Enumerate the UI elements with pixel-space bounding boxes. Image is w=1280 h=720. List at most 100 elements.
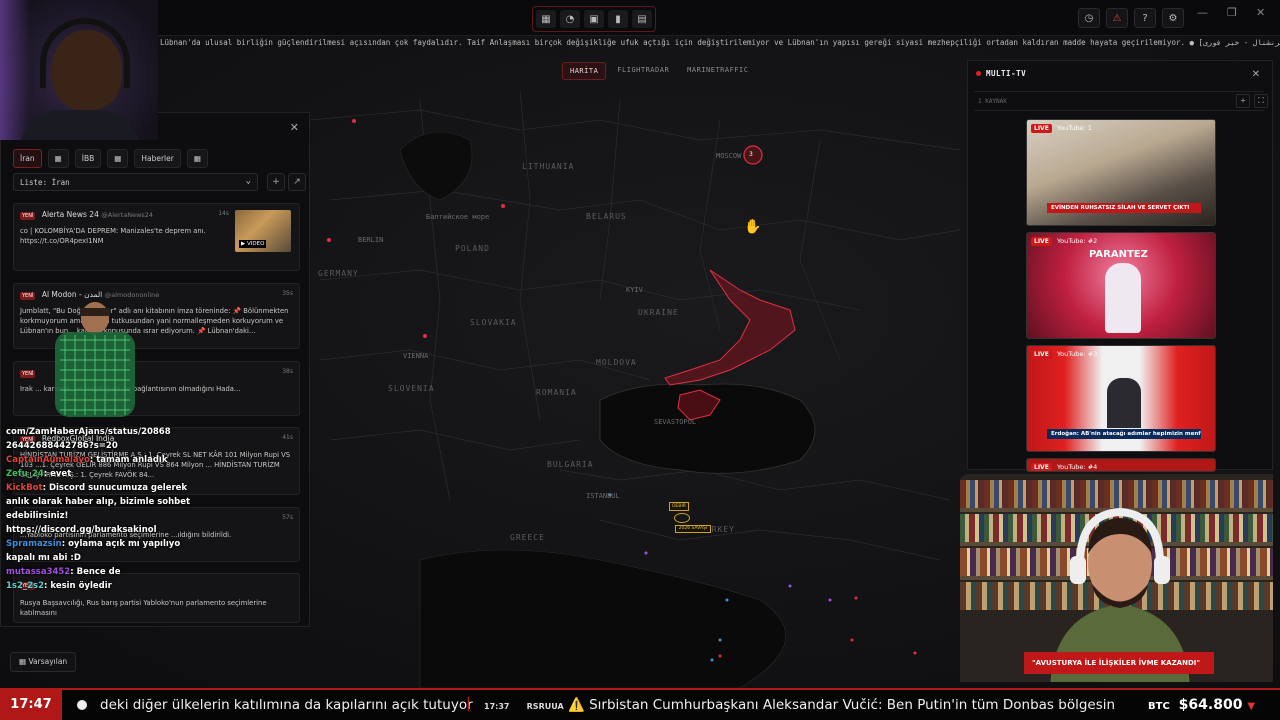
conflict-zone[interactable] <box>664 269 796 386</box>
hand-cursor-icon: ✋ <box>744 219 762 235</box>
ticker-news-2: 17:37 RSRUUA ⚠️ Sırbistan Cumhurbaşkanı … <box>484 697 1115 713</box>
bar-chart-icon[interactable]: ▮ <box>608 10 628 28</box>
live-badge: LIVE <box>1031 463 1052 471</box>
chat-user: CaptainAumalayo <box>6 455 90 465</box>
mediterranean-sea <box>419 549 786 688</box>
add-list-button[interactable]: + <box>267 173 285 191</box>
country-label: BULGARIA <box>547 460 594 469</box>
warning-icon[interactable]: ⚠ <box>1106 8 1128 28</box>
card-text: Rusya Başsavcılığı, Rus barış partisi Ya… <box>20 599 267 617</box>
chevron-down-icon: ⌄ <box>245 176 251 186</box>
overlay-character <box>55 302 135 417</box>
moscow-marker[interactable] <box>743 145 763 165</box>
live-badge: LIVE <box>1031 237 1052 246</box>
chat-user: 1s2_2s2 <box>6 581 45 591</box>
chat-message: Spramazsin: oylama açık mı yapılıyo kapa… <box>6 539 181 563</box>
ankara-event-box[interactable]: DEBIR <box>669 502 689 511</box>
chat-message: mutassa3452: Bence de <box>6 567 121 577</box>
chat-text: evet <box>50 469 72 479</box>
country-label: GERMANY <box>318 269 359 278</box>
video-thumbnail[interactable]: ▶ VIDEO <box>235 210 291 252</box>
history-icon[interactable]: ◷ <box>1078 8 1100 28</box>
ankara-marker[interactable] <box>674 513 690 523</box>
open-list-button[interactable]: ↗ <box>288 173 306 191</box>
moscow-badge: 3 <box>749 151 753 158</box>
news-text: ⚠️ Sırbistan Cumhurbaşkanı Aleksandar Vu… <box>567 697 1116 713</box>
help-icon[interactable]: ? <box>1134 8 1156 28</box>
ankara-event-sub: 2026 SAVAŞI <box>675 525 711 533</box>
country-label: BELARUS <box>586 212 627 221</box>
card-time: 14s <box>218 210 229 217</box>
tv-stream-1[interactable]: LIVE YouTube: 1 EVİNDEN RUHSATSIZ SİLAH … <box>1026 119 1216 226</box>
record-icon <box>77 700 87 710</box>
grid-icon[interactable]: ▦ <box>107 149 129 168</box>
chat-text: kesin öyledir <box>50 581 112 591</box>
country-label: ROMANIA <box>536 388 577 397</box>
tab-haberler[interactable]: Haberler <box>134 149 181 168</box>
card-time: 57s <box>282 514 293 521</box>
live-badge: LIVE <box>1031 350 1052 359</box>
speaker <box>1107 378 1141 428</box>
video-label: ▶ VIDEO <box>239 240 267 248</box>
list-item[interactable]: YENİ Alerta News 24 @AlertaNews24 14s co… <box>13 203 300 271</box>
stream-label: YouTube: #4 <box>1057 463 1098 471</box>
map-icon[interactable]: ▦ <box>536 10 556 28</box>
chat-user: mutassa3452 <box>6 567 71 577</box>
tab-harita[interactable]: HARİTA <box>562 62 607 80</box>
source-handle: @almodononline <box>104 291 160 299</box>
rss-icon[interactable]: ◔ <box>560 10 580 28</box>
clock: 17:47 <box>0 690 62 720</box>
card-time: 41s <box>282 434 293 441</box>
map-tabs: HARİTA FLIGHTRADAR MARINETRAFFIC <box>562 62 755 80</box>
streamer-shirt <box>20 110 140 140</box>
close-window-button[interactable]: ✕ <box>1256 6 1265 19</box>
default-label: Varsayılan <box>28 657 68 666</box>
grid-icon[interactable]: ▦ <box>47 149 69 168</box>
btc-value: $64.800 <box>1178 697 1243 713</box>
list-label: Liste: <box>20 178 48 187</box>
tab-marinetraffic[interactable]: MARINETRAFFIC <box>680 62 755 80</box>
briefcase-icon[interactable]: ▣ <box>584 10 604 28</box>
map-icon: ▦ <box>19 657 27 666</box>
ticker-separator: | <box>466 696 471 712</box>
grid-icon[interactable]: ▤ <box>632 10 652 28</box>
card-time: 38s <box>282 368 293 375</box>
chat-text: tamam anladık <box>96 455 168 465</box>
tab-ibb[interactable]: İBB <box>74 149 102 168</box>
new-badge: YENİ <box>20 292 36 300</box>
card-time: 35s <box>282 290 293 297</box>
stream-caption: Erdoğan: AB'nin atacağı adımlar hepimizi… <box>1047 429 1201 439</box>
cohost-webcam: "AVUSTURYA İLE İLİŞKİLER İVME KAZANDI" <box>960 474 1273 682</box>
chat-text: com/ZamHaberAjans/status/20868 264426884… <box>6 427 171 451</box>
settings-icon[interactable]: ⚙ <box>1162 8 1184 28</box>
add-stream-button[interactable]: + <box>1236 94 1250 108</box>
chat-user: KickBot <box>6 483 43 493</box>
default-view-button[interactable]: ▦ Varsayılan <box>10 652 77 672</box>
grid-icon[interactable]: ▦ <box>186 149 208 168</box>
btc-price: BTC $64.800 ▼ <box>1120 690 1280 720</box>
minimize-button[interactable]: — <box>1197 6 1208 19</box>
panel-title: MULTI-TV <box>986 69 1027 78</box>
tab-iran[interactable]: İran <box>13 149 42 168</box>
headphones-icon <box>40 18 130 88</box>
tv-stream-3[interactable]: LIVE YouTube: #3 Erdoğan: AB'nin atacağı… <box>1026 345 1216 452</box>
close-icon[interactable]: ✕ <box>1252 69 1260 80</box>
tv-stream-2[interactable]: LIVE YouTube: #2 PARANTEZ <box>1026 232 1216 339</box>
tab-flightradar[interactable]: FLIGHTRADAR <box>610 62 676 80</box>
new-badge: YENİ <box>20 370 36 378</box>
chat-user: Zefu_24 <box>6 469 44 479</box>
source-handle: @AlertaNews24 <box>101 211 154 219</box>
news-time: 17:37 <box>484 702 510 711</box>
card-header: YENİ Alerta News 24 @AlertaNews24 <box>20 210 154 220</box>
chat-message: CaptainAumalayo: tamam anladık <box>6 455 168 465</box>
live-badge: LIVE <box>1031 124 1052 133</box>
source-name: Alerta News 24 <box>41 210 99 219</box>
close-icon[interactable]: ✕ <box>290 121 299 134</box>
tv-stream-4[interactable]: LIVE YouTube: #4 <box>1026 458 1216 472</box>
chat-message: Zefu_24: evet <box>6 469 72 479</box>
country-label: SLOVAKIA <box>470 318 517 327</box>
expand-icon[interactable]: ⛶ <box>1254 94 1268 108</box>
city-label: SEVASTOPOL <box>654 418 697 426</box>
list-select[interactable]: Liste: İran ⌄ <box>13 173 258 191</box>
maximize-button[interactable]: ❐ <box>1227 6 1237 19</box>
